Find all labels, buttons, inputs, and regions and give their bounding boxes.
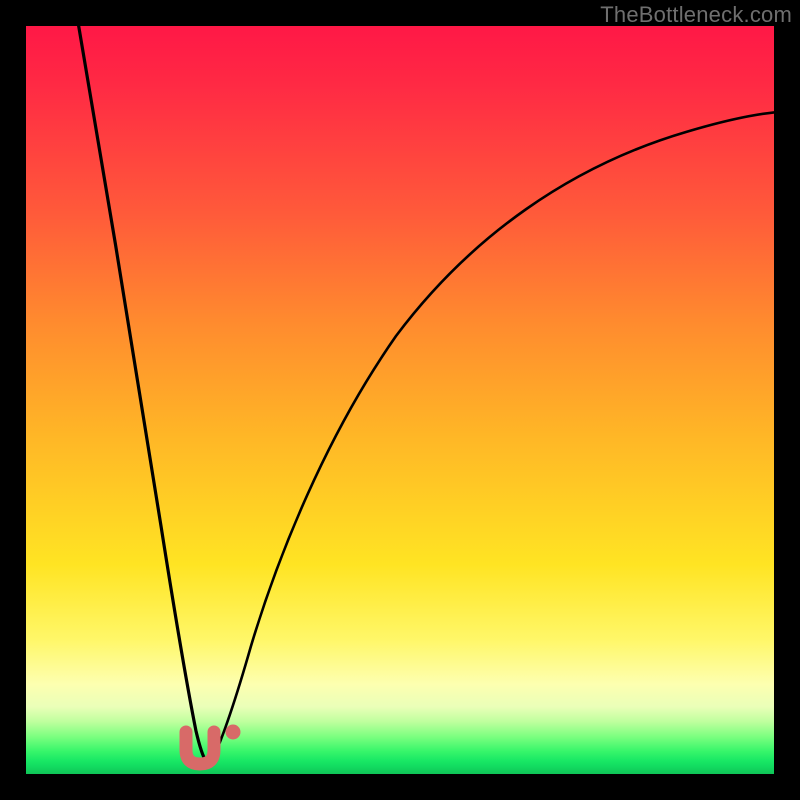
right-branch-curve [212, 112, 774, 761]
left-branch-curve [78, 26, 206, 761]
valley-marker-dot [226, 725, 241, 740]
curve-layer [26, 26, 774, 774]
chart-frame: TheBottleneck.com [0, 0, 800, 800]
watermark-text: TheBottleneck.com [600, 2, 792, 28]
plot-area [26, 26, 774, 774]
